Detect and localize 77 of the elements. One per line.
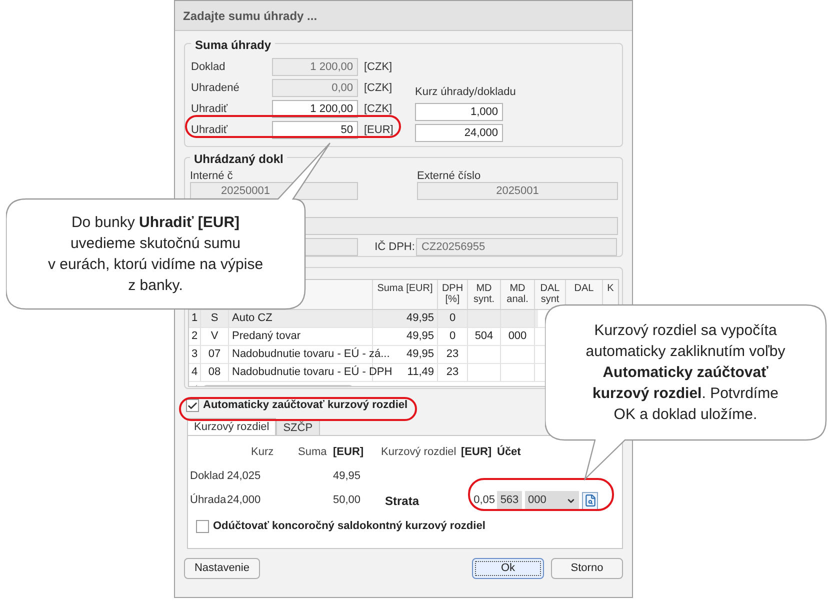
column-header[interactable]: DAL [574, 283, 594, 294]
table-row[interactable]: 4 08 Nadobudnutie tovaru - EÚ - DPH 11,49 23 [189, 364, 538, 381]
table-row[interactable]: 1 S Auto CZ 49,95 0 [189, 310, 538, 327]
table-cell-text: 08 [208, 365, 221, 380]
table-cell-text: S [210, 311, 218, 326]
table-cell-text: Nadobudnutie tovaru - EÚ - DPH [232, 364, 392, 380]
field-label: Interné č [190, 170, 233, 182]
amount-value: 50,00 [333, 493, 361, 508]
vat-id-field[interactable]: CZ20256955 [416, 238, 617, 256]
window-title: Zadajte sumu úhrady ... [183, 8, 318, 24]
table-cell-text: 3 [191, 347, 198, 362]
checkbox[interactable] [196, 520, 209, 533]
field-label: IČ DPH: [374, 239, 416, 255]
account-field[interactable]: 563 [497, 491, 522, 510]
table-cell-text: 07 [208, 347, 221, 362]
callout-text: Kurzový rozdiel sa vypočíta automaticky zakliknutím voľby Automaticky zaúčtovať kurzový rozdiel. Potvrdíme OK a doklad uložíme. [586, 321, 786, 425]
checkbox-label: Automaticky zaúčtovať kurzový rozdiel [203, 399, 408, 412]
currency-label: [EUR] [364, 122, 394, 138]
table-cell-text: 23 [446, 347, 459, 362]
rate-label: Kurz úhrady/dokladu [415, 85, 516, 100]
field-label: Doklad [191, 60, 226, 75]
column-header: Účet [497, 444, 521, 460]
table-row[interactable]: 3 07 Nadobudnutie tovaru - EÚ - zá... 49,95 23 [189, 346, 538, 363]
table-cell-text: 4 [191, 365, 198, 380]
column-header: Kurzový rozdiel [381, 445, 456, 460]
rate-value: 24,025 [227, 468, 261, 484]
search-button[interactable] [582, 492, 598, 510]
field-label: Uhradené [191, 80, 240, 96]
checkbox[interactable] [186, 399, 199, 412]
table-cell-text: Predaný tovar [232, 329, 300, 344]
column-header[interactable]: K [607, 283, 614, 294]
row-label: Úhrada [190, 492, 226, 508]
checkbox-label: Odúčtovať koncoročný saldokontný kurzový rozdiel [213, 520, 486, 533]
currency-label: [CZK] [364, 102, 394, 117]
dialog-button[interactable]: Ok [472, 558, 544, 579]
column-header[interactable]: MD anal. [501, 283, 534, 305]
table-cell-text: 0 [449, 329, 456, 344]
currency-label: [CZK] [364, 80, 394, 96]
table-cell-text: 49,95 [406, 311, 434, 326]
analytic-dropdown[interactable]: 000 [525, 491, 579, 510]
amount-value: 49,95 [333, 468, 361, 484]
rate-field[interactable]: 1,000 [415, 103, 503, 121]
table-row[interactable]: 2 V Predaný tovar 49,95 0 504 000 [189, 328, 538, 345]
field-label: Externé číslo [417, 170, 481, 182]
table-cell-text: 49,95 [406, 347, 434, 362]
column-header[interactable]: MD synt. [468, 283, 500, 305]
field-label: Uhradiť [191, 122, 229, 138]
table-cell-text: 000 [508, 329, 527, 344]
column-header: Kurz [251, 445, 274, 460]
table-cell-text: 49,95 [406, 329, 434, 344]
rate-field[interactable]: 24,000 [415, 124, 503, 142]
table-cell-text: Nadobudnutie tovaru - EÚ - zá... [232, 346, 390, 362]
difference-value: 0,05 [474, 493, 495, 508]
table-cell-text: 0 [449, 311, 456, 326]
table-cell-text: 1 [191, 311, 198, 326]
external-number-field[interactable]: 2025001 [417, 182, 618, 200]
dialog-button[interactable]: Storno [550, 558, 623, 579]
rate-value: 24,000 [227, 493, 261, 508]
currency-label: [CZK] [364, 60, 394, 75]
column-header: Suma [298, 445, 327, 460]
table-cell-text: Auto CZ [232, 311, 272, 326]
table-cell-text: 504 [474, 329, 494, 344]
column-header[interactable]: DPH [%] [438, 283, 467, 305]
column-header[interactable]: Suma [EUR] [377, 283, 433, 294]
table-cell-text: V [210, 329, 218, 344]
tab[interactable]: SZČP [276, 420, 320, 435]
table-cell-text: 2 [191, 329, 198, 344]
field-label: Uhradiť [191, 102, 229, 117]
column-header: [EUR] [461, 445, 492, 460]
column-header: [EUR] [333, 445, 364, 460]
result-label: Strata [385, 492, 420, 510]
table-cell-text: 23 [446, 365, 459, 380]
column-header[interactable]: DAL synt [535, 283, 565, 305]
row-label: Doklad [190, 468, 224, 484]
dialog-button[interactable]: Nastavenie [184, 558, 260, 579]
table-cell-text: 11,49 [407, 365, 434, 380]
callout-text: Do bunky Uhradiť [EUR] uvedieme skutočnú sumu v eurách, ktorú vidíme na výpise z banky. [48, 213, 264, 296]
